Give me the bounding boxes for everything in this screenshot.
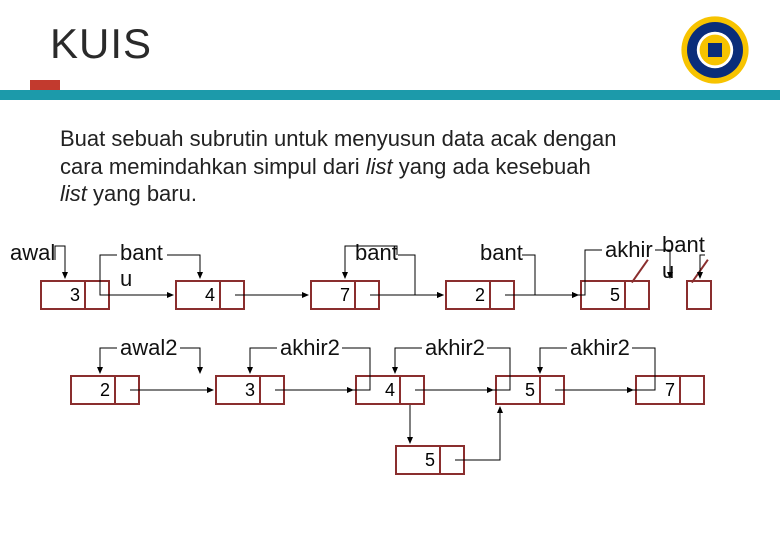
label-bantu-3: bant	[480, 240, 523, 266]
node-r1-3: 7	[310, 280, 380, 310]
node-r2-2: 3	[215, 375, 285, 405]
node-r1-end	[686, 280, 712, 310]
label-bantu-4: bant u	[662, 232, 705, 284]
node-value: 7	[665, 380, 675, 401]
label-akhir2-c: akhir2	[570, 335, 630, 361]
label-awal: awal	[10, 240, 55, 266]
node-value: 5	[610, 285, 620, 306]
node-value: 3	[70, 285, 80, 306]
node-r2-5: 7	[635, 375, 705, 405]
node-r2-3: 4	[355, 375, 425, 405]
node-r1-1: 3	[40, 280, 110, 310]
node-value: 5	[425, 450, 435, 471]
label-bantu-1: bant u	[120, 240, 163, 292]
node-value: 4	[205, 285, 215, 306]
node-r1-4: 2	[445, 280, 515, 310]
node-value: 5	[525, 380, 535, 401]
label-akhir2-b: akhir2	[425, 335, 485, 361]
node-value: 2	[100, 380, 110, 401]
node-r2-4: 5	[495, 375, 565, 405]
node-r2-1: 2	[70, 375, 140, 405]
label-akhir2-a: akhir2	[280, 335, 340, 361]
node-extra: 5	[395, 445, 465, 475]
node-value: 4	[385, 380, 395, 401]
node-r1-5: 5	[580, 280, 650, 310]
node-r1-2: 4	[175, 280, 245, 310]
node-value: 2	[475, 285, 485, 306]
label-bantu-2: bant	[355, 240, 398, 266]
linked-list-diagram: awal bant u bant bant akhir bant u 3 4 7…	[0, 0, 780, 540]
node-value: 7	[340, 285, 350, 306]
label-awal2: awal2	[120, 335, 177, 361]
node-value: 3	[245, 380, 255, 401]
